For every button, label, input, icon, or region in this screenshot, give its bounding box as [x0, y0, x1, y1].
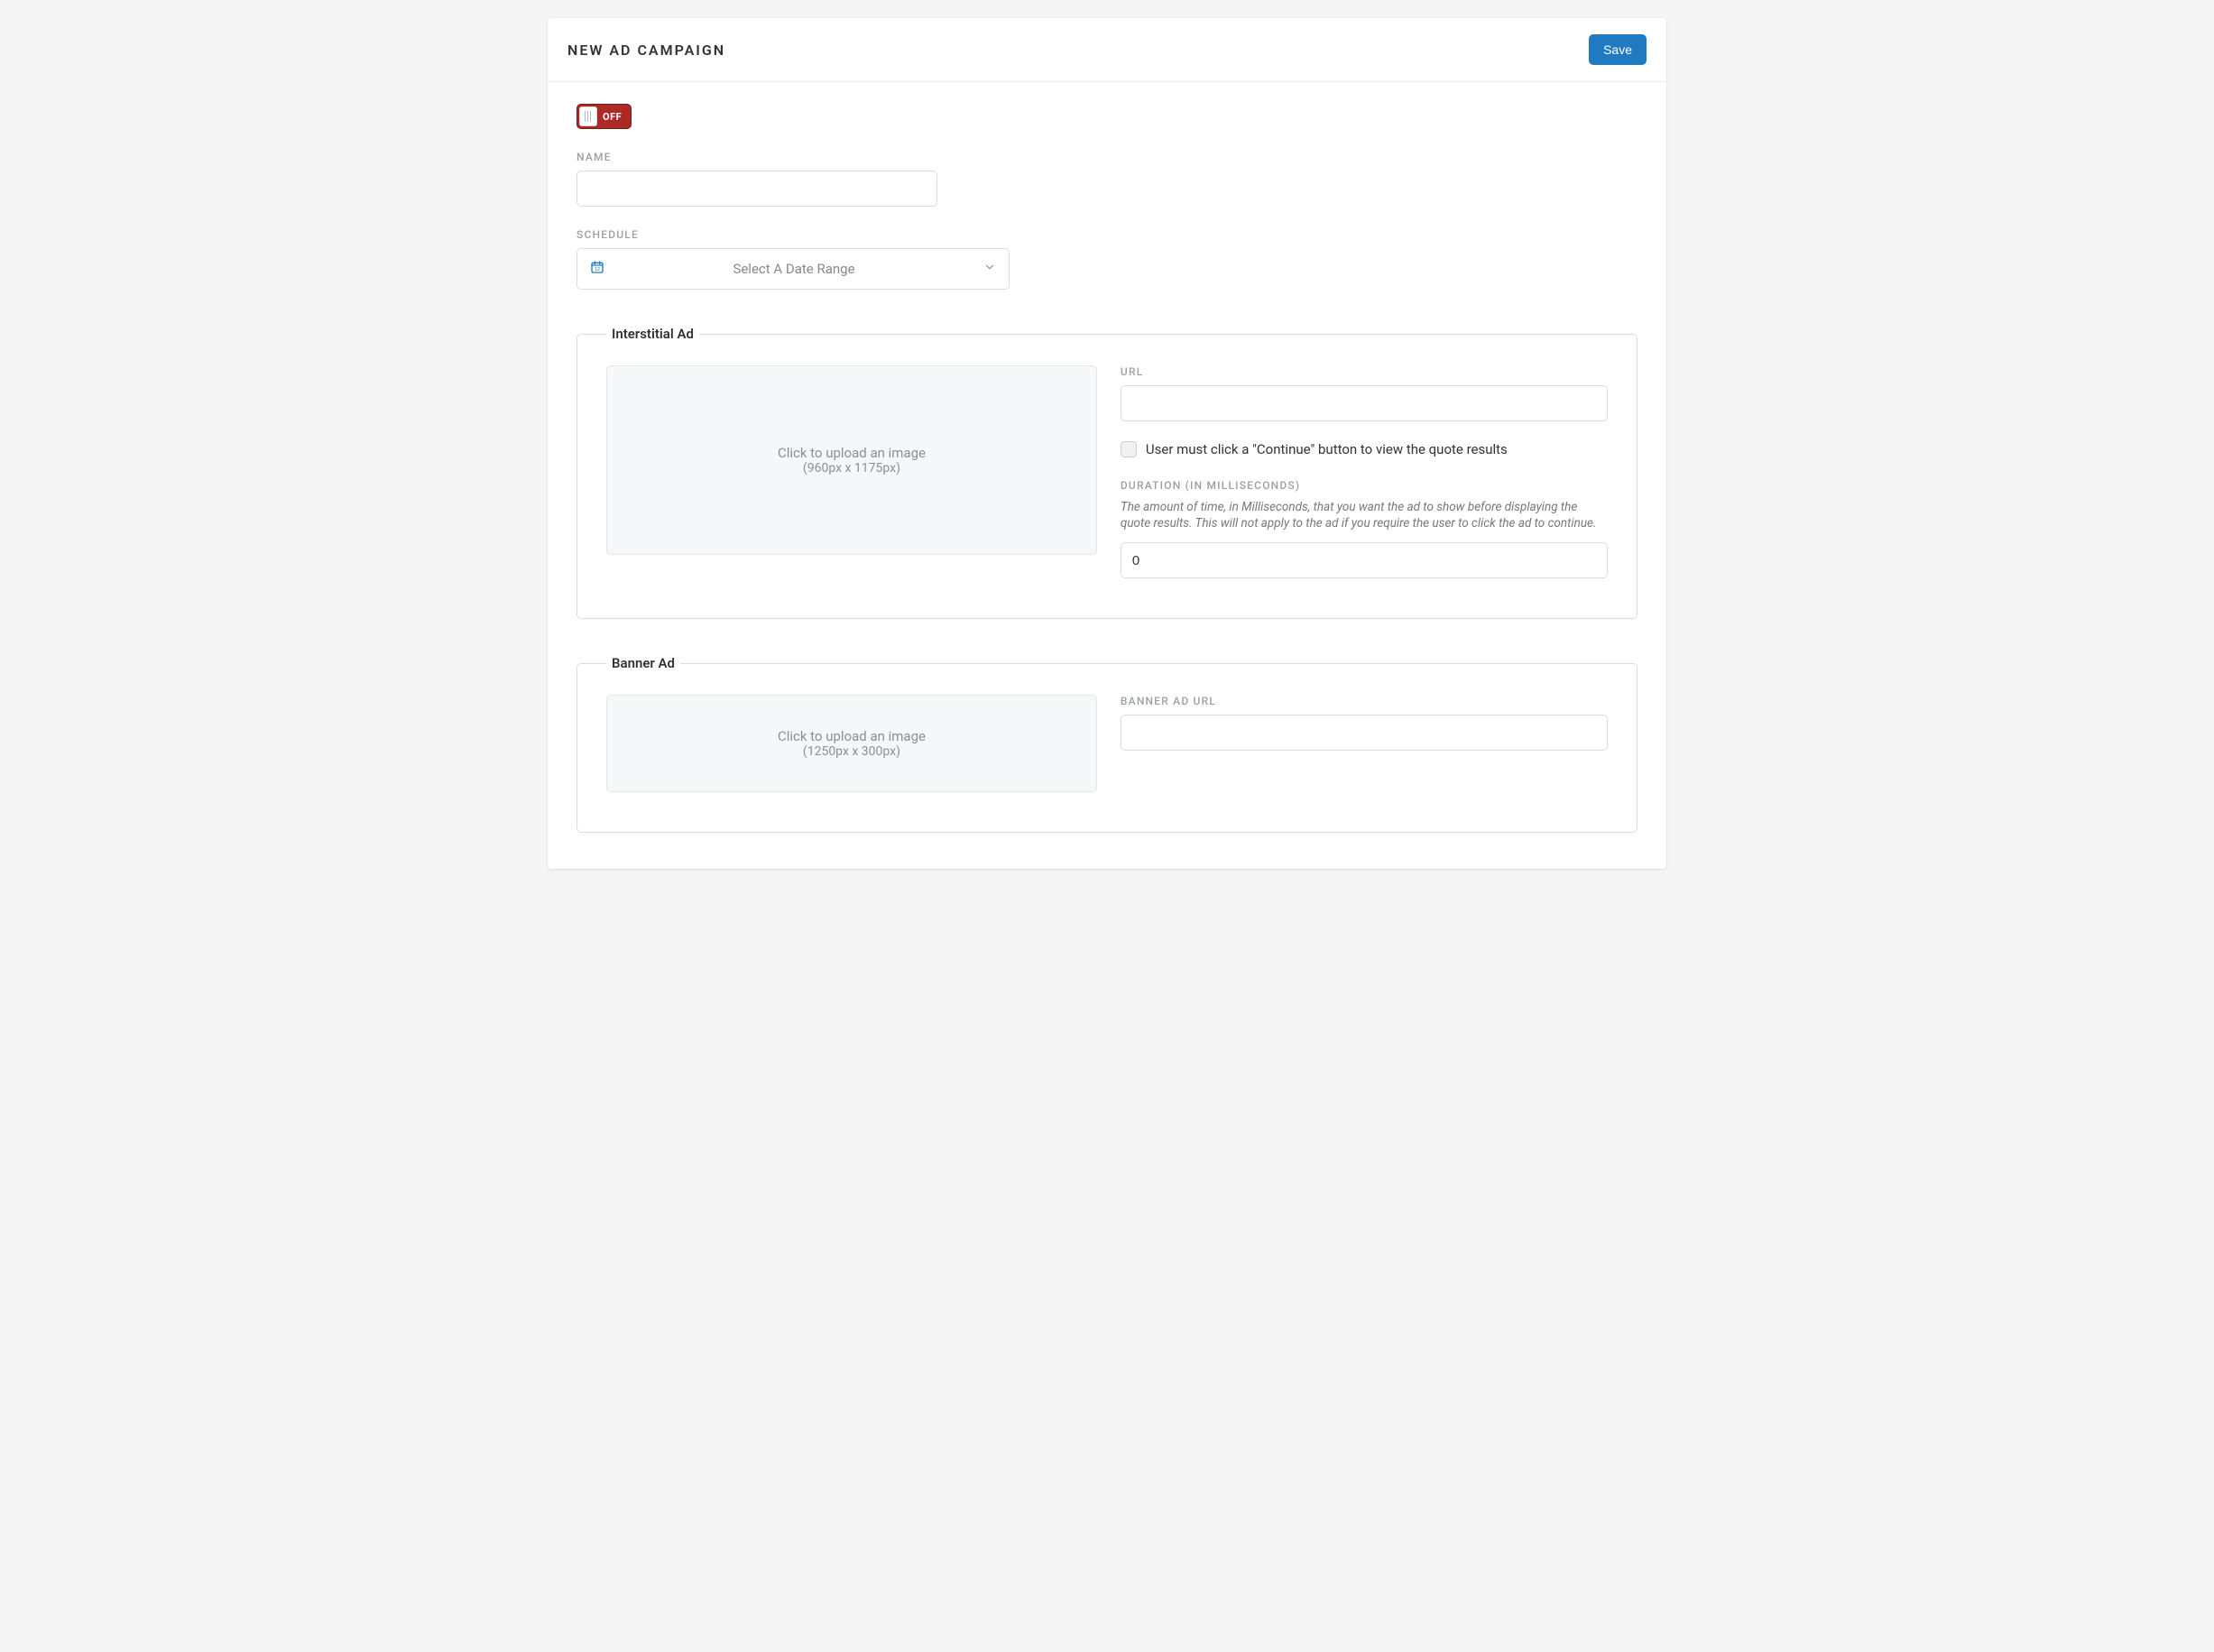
interstitial-panel: Interstitial Ad Click to upload an image… [577, 326, 1637, 619]
banner-legend: Banner Ad [606, 655, 680, 671]
banner-upload-line2: (1250px x 300px) [803, 744, 900, 759]
banner-panel: Banner Ad Click to upload an image (1250… [577, 655, 1637, 833]
banner-upload-zone[interactable]: Click to upload an image (1250px x 300px… [606, 695, 1097, 792]
toggle-state-label: OFF [597, 111, 629, 123]
page-title: NEW AD CAMPAIGN [567, 42, 725, 59]
schedule-label: SCHEDULE [577, 228, 1637, 241]
banner-right-col: BANNER AD URL [1121, 695, 1608, 792]
continue-checkbox-row: User must click a "Continue" button to v… [1121, 441, 1608, 457]
toggle-handle-icon [579, 106, 597, 126]
interstitial-right-col: URL User must click a "Continue" button … [1121, 365, 1608, 578]
banner-url-input[interactable] [1121, 715, 1608, 751]
active-toggle[interactable]: OFF [577, 104, 632, 129]
interstitial-url-group: URL [1121, 365, 1608, 421]
card-header: NEW AD CAMPAIGN Save [548, 18, 1666, 82]
interstitial-url-label: URL [1121, 365, 1608, 378]
interstitial-row: Click to upload an image (960px x 1175px… [606, 365, 1608, 578]
banner-url-group: BANNER AD URL [1121, 695, 1608, 751]
card-body: OFF NAME SCHEDULE 12 Select A Date Range… [548, 82, 1666, 869]
save-button[interactable]: Save [1589, 34, 1647, 65]
duration-label: DURATION (IN MILLISECONDS) [1121, 479, 1608, 492]
name-label: NAME [577, 151, 937, 163]
interstitial-url-input[interactable] [1121, 385, 1608, 421]
interstitial-legend: Interstitial Ad [606, 326, 699, 342]
name-group: NAME [577, 151, 937, 207]
continue-checkbox-label[interactable]: User must click a "Continue" button to v… [1146, 441, 1508, 457]
banner-url-label: BANNER AD URL [1121, 695, 1608, 707]
continue-checkbox[interactable] [1121, 441, 1137, 457]
banner-row: Click to upload an image (1250px x 300px… [606, 695, 1608, 792]
duration-group: DURATION (IN MILLISECONDS) The amount of… [1121, 479, 1608, 578]
schedule-date-range-select[interactable]: 12 Select A Date Range [577, 248, 1010, 290]
calendar-icon: 12 [590, 260, 604, 278]
name-input[interactable] [577, 171, 937, 207]
banner-upload-line1: Click to upload an image [778, 728, 926, 744]
duration-help: The amount of time, in Milliseconds, tha… [1121, 499, 1608, 531]
interstitial-upload-line1: Click to upload an image [778, 445, 926, 461]
schedule-placeholder: Select A Date Range [604, 261, 983, 277]
duration-input[interactable] [1121, 542, 1608, 578]
schedule-group: SCHEDULE 12 Select A Date Range [577, 228, 1637, 290]
chevron-down-icon [983, 261, 996, 277]
campaign-card: NEW AD CAMPAIGN Save OFF NAME SCHEDULE 1… [548, 18, 1666, 869]
interstitial-upload-zone[interactable]: Click to upload an image (960px x 1175px… [606, 365, 1097, 555]
svg-text:12: 12 [595, 267, 600, 272]
interstitial-upload-line2: (960px x 1175px) [803, 461, 900, 475]
